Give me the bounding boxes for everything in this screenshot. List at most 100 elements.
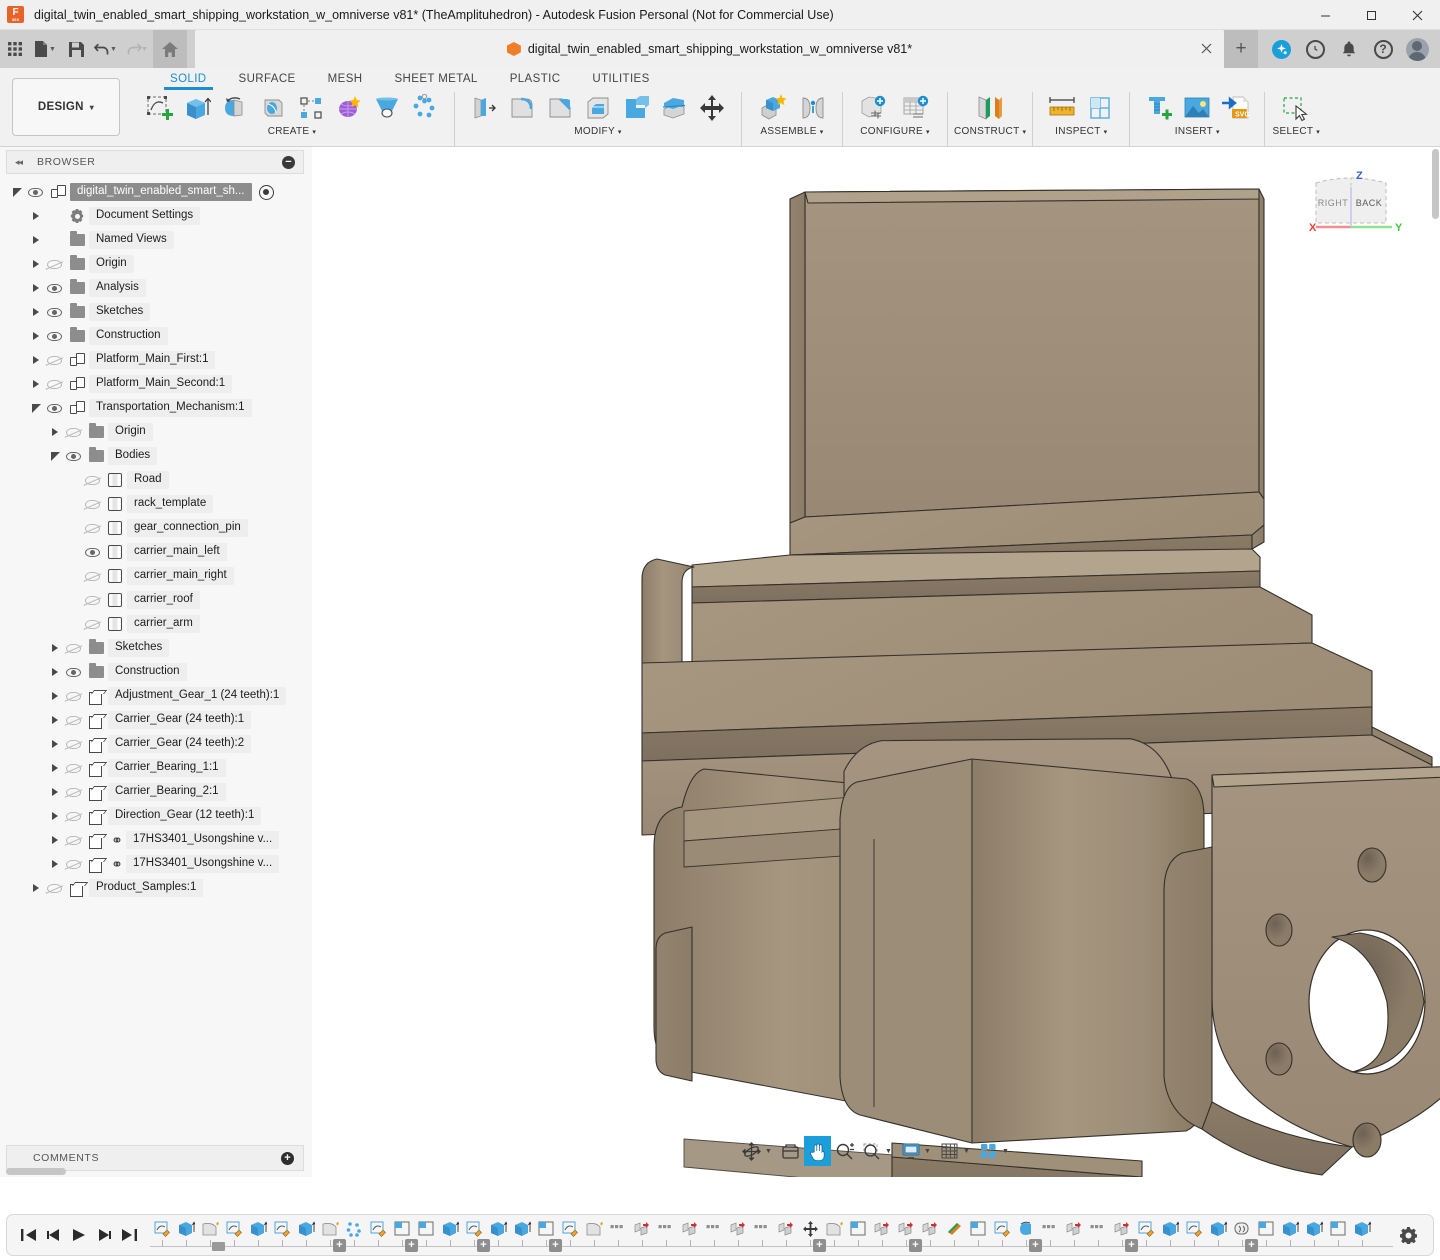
visibility-toggle-icon[interactable]: [43, 324, 65, 348]
timeline-feature-pipe[interactable]: [942, 1214, 966, 1256]
help-icon[interactable]: ?: [1366, 30, 1400, 68]
viewports-caret-icon[interactable]: ▼: [1002, 1148, 1014, 1155]
configuration-table-icon[interactable]: [895, 91, 937, 125]
tree-expand-arrow-icon[interactable]: [48, 708, 62, 732]
browser-horizontal-scrollbar[interactable]: [6, 1168, 66, 1175]
grid-snaps-caret-icon[interactable]: ▼: [963, 1148, 975, 1155]
visibility-toggle-icon[interactable]: [62, 852, 84, 876]
orbit-icon[interactable]: [738, 1136, 765, 1166]
ribbon-group-construct-label[interactable]: CONSTRUCT▾: [954, 126, 1026, 137]
timeline-feature-joint[interactable]: [918, 1214, 942, 1256]
ribbon-group-insert-label[interactable]: INSERT▾: [1175, 126, 1220, 137]
tree-collapse-arrow-icon[interactable]: [48, 444, 62, 468]
visibility-toggle-icon[interactable]: [62, 732, 84, 756]
timeline-feature-joint[interactable]: [870, 1214, 894, 1256]
view-cube[interactable]: RIGHT BACK X Y Z: [1298, 165, 1404, 241]
timeline-feature-sketch[interactable]: [990, 1214, 1014, 1256]
tree-item[interactable]: Sketches: [0, 636, 312, 660]
timeline-feature-component[interactable]: [654, 1214, 678, 1256]
insert-mcmaster-icon[interactable]: [1140, 91, 1178, 125]
timeline-feature-plane[interactable]: [1254, 1214, 1278, 1256]
tree-expand-arrow-icon[interactable]: [48, 780, 62, 804]
tree-expand-arrow-icon[interactable]: [29, 252, 43, 276]
visibility-toggle-icon[interactable]: [43, 252, 65, 276]
timeline-feature-sketch[interactable]: [222, 1214, 246, 1256]
visibility-toggle-icon[interactable]: [81, 492, 103, 516]
tree-expand-arrow-icon[interactable]: [48, 684, 62, 708]
timeline-feature-extrude[interactable]: [438, 1214, 462, 1256]
press-pull-icon[interactable]: [465, 91, 503, 125]
tree-collapse-arrow-icon[interactable]: [10, 180, 24, 204]
tab-solid[interactable]: SOLID: [154, 73, 223, 88]
fit-icon[interactable]: [858, 1136, 885, 1166]
revolve-icon[interactable]: [216, 91, 254, 125]
timeline-feature-thread[interactable]: +: [1230, 1214, 1254, 1256]
timeline-feature-extrude[interactable]: [294, 1214, 318, 1256]
tree-expand-arrow-icon[interactable]: [29, 876, 43, 900]
move-copy-icon[interactable]: [693, 91, 731, 125]
form-icon[interactable]: [330, 91, 368, 125]
timeline-settings-gear-icon[interactable]: [1393, 1227, 1423, 1244]
tree-item[interactable]: ⚭17HS3401_Usongshine v...: [0, 852, 312, 876]
tab-mesh[interactable]: MESH: [312, 73, 379, 88]
tree-expand-arrow-icon[interactable]: [29, 228, 43, 252]
tree-expand-arrow-icon[interactable]: [29, 324, 43, 348]
measure-icon[interactable]: [1043, 91, 1081, 125]
tree-item[interactable]: Construction: [0, 324, 312, 348]
document-tab-close-icon[interactable]: [1201, 41, 1212, 57]
timeline-feature-extrude[interactable]: [1278, 1214, 1302, 1256]
select-window-icon[interactable]: [1275, 91, 1317, 125]
loft-icon[interactable]: [368, 91, 406, 125]
pan-icon[interactable]: [804, 1136, 831, 1166]
configure-design-icon[interactable]: [853, 91, 895, 125]
timeline-feature-extrude[interactable]: [1350, 1214, 1374, 1256]
visibility-toggle-icon[interactable]: [43, 876, 65, 900]
tree-item[interactable]: Carrier_Bearing_2:1: [0, 780, 312, 804]
timeline-feature-plane[interactable]: [414, 1214, 438, 1256]
visibility-toggle-icon[interactable]: [81, 588, 103, 612]
maximize-button[interactable]: [1348, 0, 1394, 30]
visibility-toggle-icon[interactable]: [62, 636, 84, 660]
tree-item[interactable]: Carrier_Gear (24 teeth):1: [0, 708, 312, 732]
timeline-feature-component[interactable]: [1038, 1214, 1062, 1256]
timeline-feature-joint[interactable]: [1062, 1214, 1086, 1256]
visibility-toggle-icon[interactable]: [62, 804, 84, 828]
user-avatar[interactable]: [1400, 30, 1434, 68]
visibility-toggle-icon[interactable]: [62, 756, 84, 780]
visibility-toggle-icon[interactable]: [43, 372, 65, 396]
timeline-feature-sketch[interactable]: +: [462, 1214, 486, 1256]
timeline-feature-joint[interactable]: [678, 1214, 702, 1256]
timeline-feature-construct-plane[interactable]: [966, 1214, 990, 1256]
timeline-step-forward-button[interactable]: [92, 1222, 115, 1248]
timeline-feature-fillet[interactable]: +: [318, 1214, 342, 1256]
timeline-feature-joint[interactable]: [774, 1214, 798, 1256]
document-tab[interactable]: digital_twin_enabled_smart_shipping_work…: [195, 30, 1224, 68]
timeline-feature-fillet[interactable]: [198, 1214, 222, 1256]
visibility-toggle-icon[interactable]: [43, 396, 65, 420]
timeline-feature-extrude[interactable]: [486, 1214, 510, 1256]
ribbon-group-select-label[interactable]: SELECT▾: [1273, 126, 1321, 137]
visibility-toggle-icon[interactable]: [62, 828, 84, 852]
display-settings-icon[interactable]: [897, 1136, 924, 1166]
timeline-feature-extrude[interactable]: [246, 1214, 270, 1256]
timeline-feature-component[interactable]: [702, 1214, 726, 1256]
tree-item[interactable]: Platform_Main_Second:1: [0, 372, 312, 396]
tree-expand-arrow-icon[interactable]: [29, 276, 43, 300]
rectangular-pattern-icon[interactable]: [292, 91, 330, 125]
timeline-feature-extrude[interactable]: [510, 1214, 534, 1256]
timeline-feature-joint[interactable]: [726, 1214, 750, 1256]
extensions-icon[interactable]: [1264, 30, 1298, 68]
workspace-selector[interactable]: DESIGN ▾: [12, 78, 120, 136]
viewports-icon[interactable]: [975, 1136, 1002, 1166]
visibility-toggle-icon[interactable]: [62, 708, 84, 732]
new-document-caret-icon[interactable]: ▼: [49, 30, 61, 68]
insert-svg-icon[interactable]: SVG: [1216, 91, 1254, 125]
tree-item[interactable]: carrier_arm: [0, 612, 312, 636]
app-grid-icon[interactable]: [0, 30, 30, 68]
tree-expand-arrow-icon[interactable]: [48, 804, 62, 828]
tree-expand-arrow-icon[interactable]: [29, 300, 43, 324]
visibility-toggle-icon[interactable]: [43, 300, 65, 324]
tree-item[interactable]: Document Settings: [0, 204, 312, 228]
new-component-icon[interactable]: [752, 91, 794, 125]
activate-component-button[interactable]: [259, 185, 274, 200]
